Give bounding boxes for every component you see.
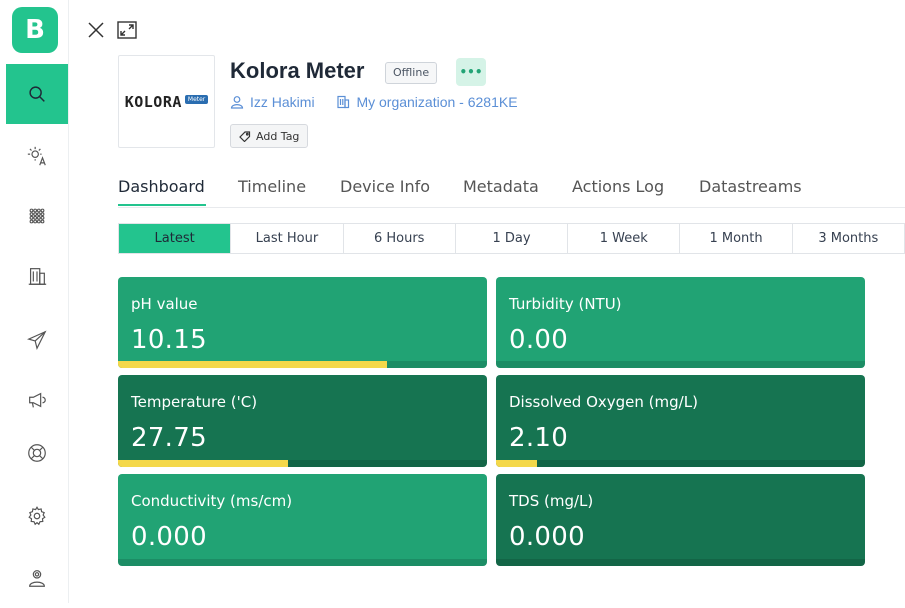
sidebar-item-help[interactable] (6, 423, 68, 483)
add-tag-label: Add Tag (256, 129, 300, 143)
active-tab-indicator (118, 204, 206, 206)
sidebar-item-automations[interactable] (6, 126, 68, 186)
device-tabs: Dashboard Timeline Device Info Metadata … (118, 173, 905, 208)
widget-label: Turbidity (NTU) (509, 295, 622, 313)
organization-name: My organization - 6281KE (356, 94, 518, 110)
widget-level-fill (118, 460, 288, 467)
range-3-months[interactable]: 3 Months (793, 224, 904, 253)
sidebar-item-profile[interactable] (6, 548, 68, 608)
tab-datastreams[interactable]: Datastreams (699, 177, 802, 196)
sidebar-item-settings[interactable] (6, 486, 68, 546)
widget-label: Dissolved Oxygen (mg/L) (509, 393, 698, 411)
user-icon (29, 570, 45, 587)
device-logo-brand: KOLORA (124, 92, 182, 111)
tab-metadata[interactable]: Metadata (463, 177, 539, 196)
range-1-month[interactable]: 1 Month (680, 224, 793, 253)
device-logo: KOLORA Meter (118, 55, 215, 148)
widget-label: Temperature ('C) (131, 393, 258, 411)
app-logo[interactable]: B (12, 7, 58, 53)
widget-level-track (496, 559, 865, 566)
tag-icon (239, 131, 251, 142)
widget-value: 0.000 (131, 522, 207, 552)
tab-dashboard[interactable]: Dashboard (118, 177, 205, 196)
building-icon (28, 268, 47, 285)
add-tag-button[interactable]: Add Tag (230, 124, 309, 148)
time-range-selector: Latest Last Hour 6 Hours 1 Day 1 Week 1 … (118, 223, 905, 254)
widget-temperature[interactable]: Temperature ('C) 27.75 (118, 375, 487, 467)
user-icon (230, 96, 244, 109)
range-1-day[interactable]: 1 Day (456, 224, 569, 253)
tab-timeline[interactable]: Timeline (238, 177, 306, 196)
sidebar-item-messages[interactable] (6, 310, 68, 370)
status-badge: Offline (385, 62, 438, 84)
widget-turbidity[interactable]: Turbidity (NTU) 0.00 (496, 277, 865, 368)
sidebar-item-apps[interactable] (6, 186, 68, 246)
device-meta: Izz Hakimi My organization - 6281KE (230, 94, 536, 112)
sidebar-item-announcements[interactable] (6, 370, 68, 430)
owner-name: Izz Hakimi (250, 94, 315, 110)
search-icon (29, 86, 45, 102)
expand-icon[interactable] (116, 20, 138, 40)
gear-icon (28, 506, 46, 526)
widget-level-track (118, 361, 487, 368)
range-1-week[interactable]: 1 Week (568, 224, 681, 253)
widget-level-track (496, 361, 865, 368)
widget-value: 0.000 (509, 522, 585, 552)
tab-actions-log[interactable]: Actions Log (572, 177, 664, 196)
widget-ph[interactable]: pH value 10.15 (118, 277, 487, 368)
sidebar-item-organizations[interactable] (6, 246, 68, 306)
sidebar: B (0, 0, 69, 603)
widget-value: 10.15 (131, 325, 207, 355)
megaphone-icon (29, 392, 46, 408)
widget-level-track (118, 559, 487, 566)
widget-level-fill (496, 460, 537, 467)
tab-device-info[interactable]: Device Info (340, 177, 430, 196)
grid-icon (29, 208, 45, 224)
widget-tds[interactable]: TDS (mg/L) 0.000 (496, 474, 865, 566)
range-last-hour[interactable]: Last Hour (231, 224, 344, 253)
widget-conductivity[interactable]: Conductivity (ms/cm) 0.000 (118, 474, 487, 566)
widget-value: 2.10 (509, 423, 569, 453)
owner-link[interactable]: Izz Hakimi (230, 94, 315, 110)
widget-level-fill (118, 361, 388, 368)
widget-level-track (496, 460, 865, 467)
widget-value: 27.75 (131, 423, 207, 453)
widget-label: pH value (131, 295, 198, 313)
lifebuoy-icon (28, 444, 46, 462)
more-options-button[interactable]: ••• (456, 58, 486, 86)
device-title: Kolora Meter (230, 58, 365, 83)
organization-link[interactable]: My organization - 6281KE (336, 94, 518, 110)
widget-dissolved-oxygen[interactable]: Dissolved Oxygen (mg/L) 2.10 (496, 375, 865, 467)
widget-value: 0.00 (509, 325, 569, 355)
send-icon (27, 330, 47, 350)
sidebar-item-search[interactable] (6, 64, 68, 124)
range-latest[interactable]: Latest (119, 224, 232, 253)
building-icon (337, 95, 350, 109)
sun-a-icon (27, 146, 46, 166)
widget-label: Conductivity (ms/cm) (131, 492, 293, 510)
widget-level-track (118, 460, 487, 467)
close-icon[interactable] (86, 20, 106, 40)
device-logo-sub: Meter (184, 95, 209, 104)
widget-label: TDS (mg/L) (509, 492, 594, 510)
range-6-hours[interactable]: 6 Hours (344, 224, 456, 253)
